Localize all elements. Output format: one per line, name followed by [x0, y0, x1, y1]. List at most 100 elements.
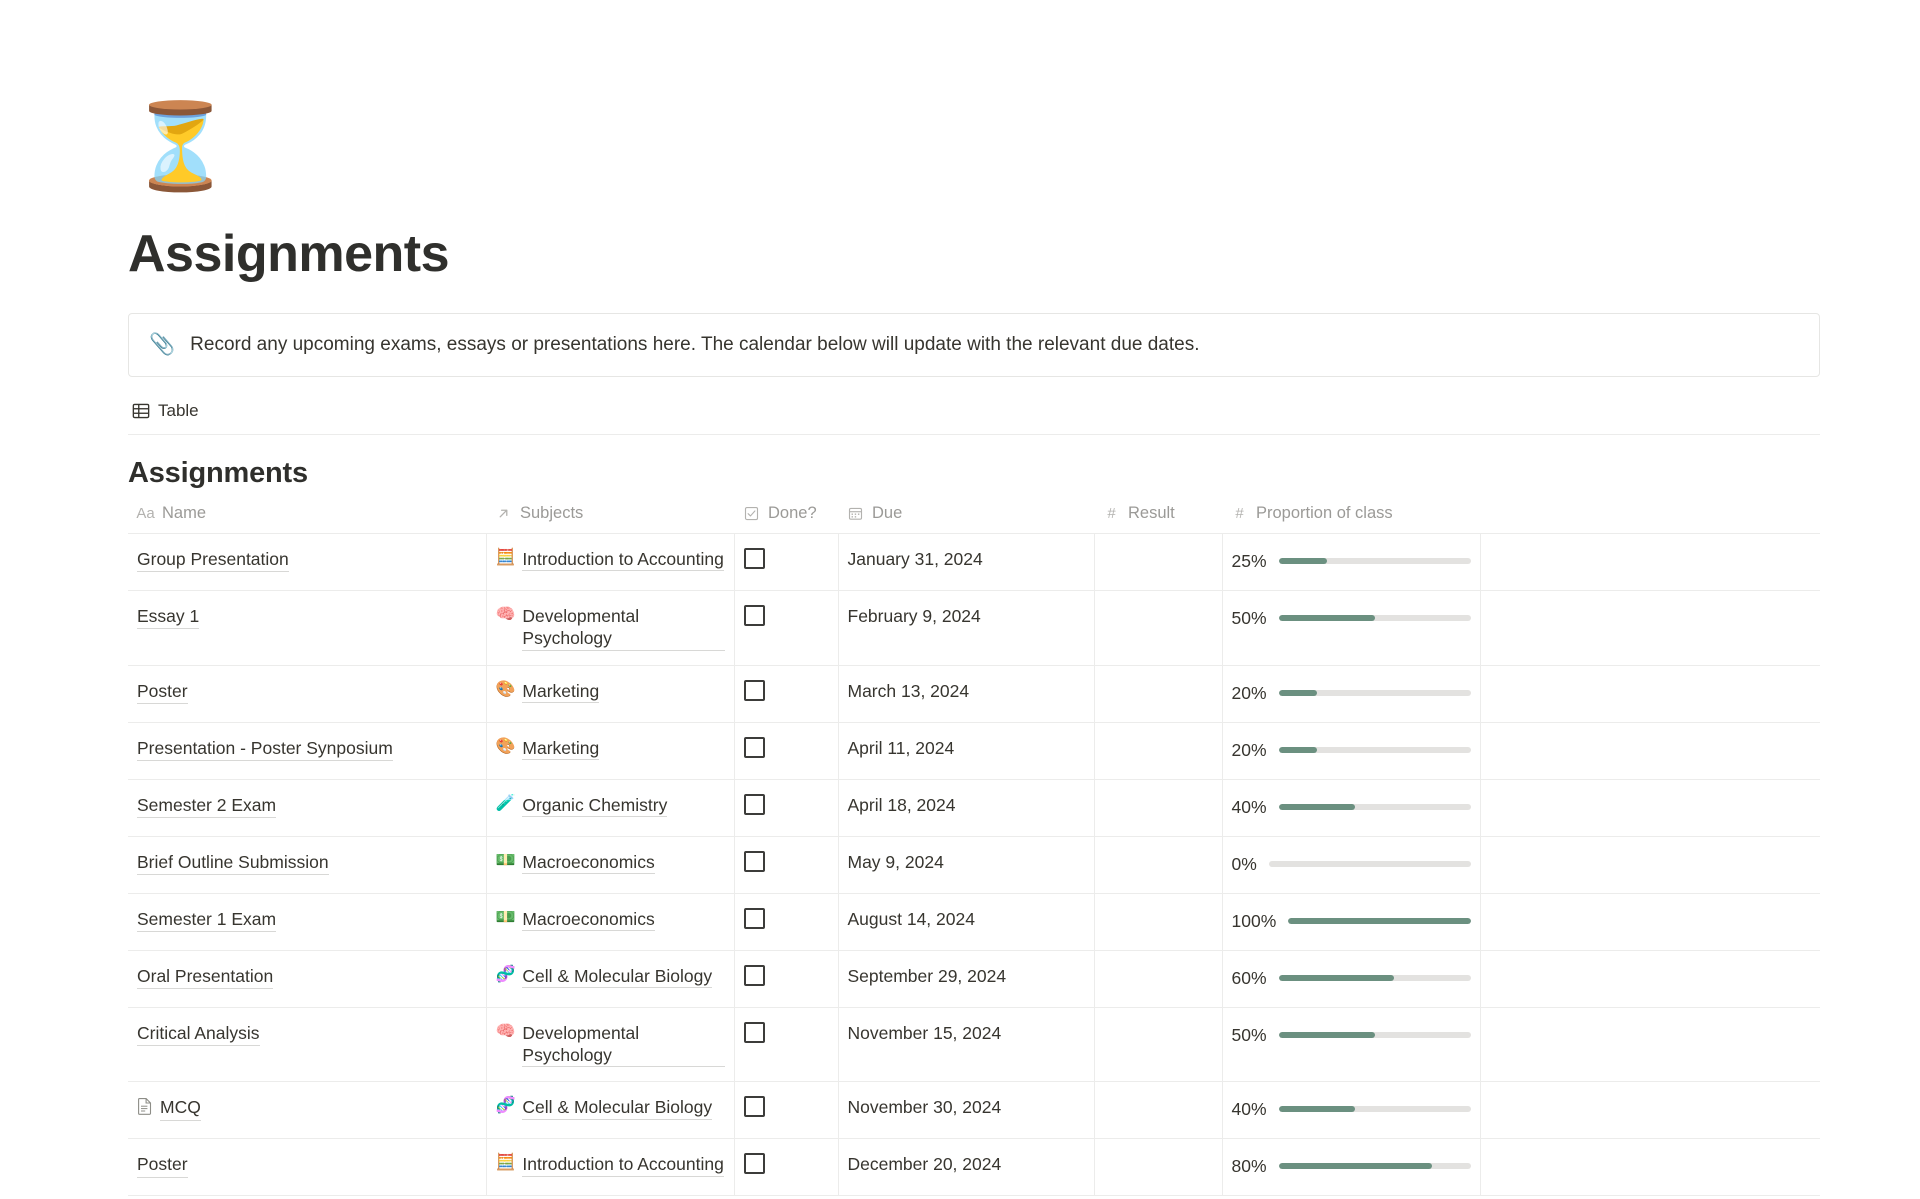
- tab-table[interactable]: Table: [128, 401, 203, 429]
- cell-done[interactable]: [734, 950, 839, 1008]
- done-checkbox[interactable]: [743, 679, 765, 701]
- cell-due[interactable]: November 15, 2024: [838, 1007, 1095, 1083]
- subject-relation-link[interactable]: Cell & Molecular Biology: [522, 965, 713, 988]
- hourglass-emoji[interactable]: ⏳: [128, 104, 236, 212]
- cell-proportion[interactable]: 100%: [1222, 893, 1481, 951]
- cell-due[interactable]: February 9, 2024: [838, 590, 1095, 666]
- done-checkbox[interactable]: [743, 547, 765, 569]
- cell-result[interactable]: [1094, 836, 1223, 894]
- cell-done[interactable]: [734, 533, 839, 591]
- cell-proportion[interactable]: 0%: [1222, 836, 1481, 894]
- cell-result[interactable]: [1094, 1138, 1223, 1197]
- cell-result[interactable]: [1094, 590, 1223, 666]
- column-header-subjects[interactable]: Subjects: [486, 503, 734, 534]
- cell-subjects[interactable]: 💵 Macroeconomics: [486, 893, 735, 951]
- column-header-done[interactable]: Done?: [734, 503, 838, 534]
- row-title-link[interactable]: Oral Presentation: [137, 965, 274, 989]
- cell-name[interactable]: Poster: [128, 1138, 487, 1197]
- cell-name[interactable]: Essay 1: [128, 590, 487, 666]
- cell-subjects[interactable]: 💵 Macroeconomics: [486, 836, 735, 894]
- row-title-link[interactable]: Presentation - Poster Synposium: [137, 737, 393, 761]
- table-row[interactable]: Critical Analysis 🧠 Developmental Psycholo…: [128, 1007, 1820, 1083]
- table-row[interactable]: Poster 🎨 Marketing March 13, 2024 20%: [128, 665, 1820, 723]
- cell-done[interactable]: [734, 722, 839, 780]
- table-row[interactable]: Semester 1 Exam 💵 Macroeconomics August 14,…: [128, 893, 1820, 951]
- table-row[interactable]: MCQ 🧬 Cell & Molecular Biology November 30,…: [128, 1081, 1820, 1140]
- cell-name[interactable]: Presentation - Poster Synposium: [128, 722, 487, 780]
- cell-name[interactable]: Brief Outline Submission: [128, 836, 487, 894]
- done-checkbox[interactable]: [743, 907, 765, 929]
- cell-name[interactable]: Oral Presentation: [128, 950, 487, 1008]
- cell-done[interactable]: [734, 779, 839, 837]
- cell-result[interactable]: [1094, 893, 1223, 951]
- cell-subjects[interactable]: 🧮 Introduction to Accounting: [486, 1138, 735, 1197]
- row-title-link[interactable]: Brief Outline Submission: [137, 851, 329, 875]
- cell-done[interactable]: [734, 590, 839, 666]
- cell-proportion[interactable]: 50%: [1222, 1007, 1481, 1083]
- cell-subjects[interactable]: 🎨 Marketing: [486, 722, 735, 780]
- table-row[interactable]: Oral Presentation 🧬 Cell & Molecular Biolo…: [128, 950, 1820, 1008]
- cell-result[interactable]: [1094, 950, 1223, 1008]
- table-row[interactable]: Essay 1 🧠 Developmental Psychology February…: [128, 590, 1820, 666]
- cell-due[interactable]: April 11, 2024: [838, 722, 1095, 780]
- done-checkbox[interactable]: [743, 793, 765, 815]
- row-title-link[interactable]: Group Presentation: [137, 548, 289, 573]
- cell-due[interactable]: December 20, 2024: [838, 1138, 1095, 1197]
- row-title-link[interactable]: Poster: [137, 680, 188, 704]
- table-row[interactable]: Brief Outline Submission 💵 Macroeconomics M…: [128, 836, 1820, 894]
- cell-done[interactable]: [734, 1081, 839, 1140]
- subject-relation-link[interactable]: Developmental Psychology: [522, 1022, 725, 1068]
- row-title-link[interactable]: Poster: [137, 1153, 188, 1178]
- cell-subjects[interactable]: 🧬 Cell & Molecular Biology: [486, 1081, 735, 1140]
- column-header-result[interactable]: # Result: [1094, 503, 1222, 534]
- cell-proportion[interactable]: 20%: [1222, 665, 1481, 723]
- subject-relation-link[interactable]: Developmental Psychology: [522, 605, 725, 651]
- cell-result[interactable]: [1094, 665, 1223, 723]
- cell-done[interactable]: [734, 665, 839, 723]
- row-title-link[interactable]: Essay 1: [137, 605, 200, 630]
- row-title-link[interactable]: Semester 2 Exam: [137, 794, 277, 818]
- done-checkbox[interactable]: [743, 1096, 765, 1118]
- cell-name[interactable]: Group Presentation: [128, 533, 487, 591]
- cell-done[interactable]: [734, 1007, 839, 1083]
- cell-result[interactable]: [1094, 779, 1223, 837]
- cell-due[interactable]: May 9, 2024: [838, 836, 1095, 894]
- table-row[interactable]: Poster 🧮 Introduction to Accounting Decembe…: [128, 1138, 1820, 1197]
- cell-proportion[interactable]: 40%: [1222, 1081, 1481, 1140]
- cell-subjects[interactable]: 🎨 Marketing: [486, 665, 735, 723]
- cell-subjects[interactable]: 🧮 Introduction to Accounting: [486, 533, 735, 591]
- cell-subjects[interactable]: 🧪 Organic Chemistry: [486, 779, 735, 837]
- row-title-link[interactable]: MCQ: [160, 1096, 201, 1121]
- table-row[interactable]: Presentation - Poster Synposium 🎨 Marketin…: [128, 722, 1820, 780]
- cell-result[interactable]: [1094, 722, 1223, 780]
- done-checkbox[interactable]: [743, 736, 765, 758]
- subject-relation-link[interactable]: Macroeconomics: [522, 908, 655, 931]
- cell-proportion[interactable]: 20%: [1222, 722, 1481, 780]
- subject-relation-link[interactable]: Organic Chemistry: [522, 794, 668, 817]
- cell-name[interactable]: Poster: [128, 665, 487, 723]
- cell-subjects[interactable]: 🧬 Cell & Molecular Biology: [486, 950, 735, 1008]
- subject-relation-link[interactable]: Introduction to Accounting: [522, 1153, 724, 1177]
- cell-subjects[interactable]: 🧠 Developmental Psychology: [486, 590, 735, 666]
- subject-relation-link[interactable]: Marketing: [522, 680, 600, 703]
- cell-name[interactable]: Semester 2 Exam: [128, 779, 487, 837]
- subject-relation-link[interactable]: Macroeconomics: [522, 851, 655, 874]
- done-checkbox[interactable]: [743, 1021, 765, 1043]
- table-row[interactable]: Semester 2 Exam 🧪 Organic Chemistry April 1…: [128, 779, 1820, 837]
- cell-done[interactable]: [734, 836, 839, 894]
- row-title-link[interactable]: Critical Analysis: [137, 1022, 260, 1046]
- cell-due[interactable]: January 31, 2024: [838, 533, 1095, 591]
- done-checkbox[interactable]: [743, 964, 765, 986]
- done-checkbox[interactable]: [743, 604, 765, 626]
- cell-proportion[interactable]: 25%: [1222, 533, 1481, 591]
- cell-due[interactable]: November 30, 2024: [838, 1081, 1095, 1140]
- column-header-proportion[interactable]: # Proportion of class: [1222, 503, 1480, 534]
- cell-proportion[interactable]: 50%: [1222, 590, 1481, 666]
- cell-subjects[interactable]: 🧠 Developmental Psychology: [486, 1007, 735, 1083]
- cell-result[interactable]: [1094, 533, 1223, 591]
- cell-proportion[interactable]: 60%: [1222, 950, 1481, 1008]
- cell-name[interactable]: MCQ: [128, 1081, 487, 1140]
- cell-proportion[interactable]: 40%: [1222, 779, 1481, 837]
- cell-due[interactable]: August 14, 2024: [838, 893, 1095, 951]
- done-checkbox[interactable]: [743, 850, 765, 872]
